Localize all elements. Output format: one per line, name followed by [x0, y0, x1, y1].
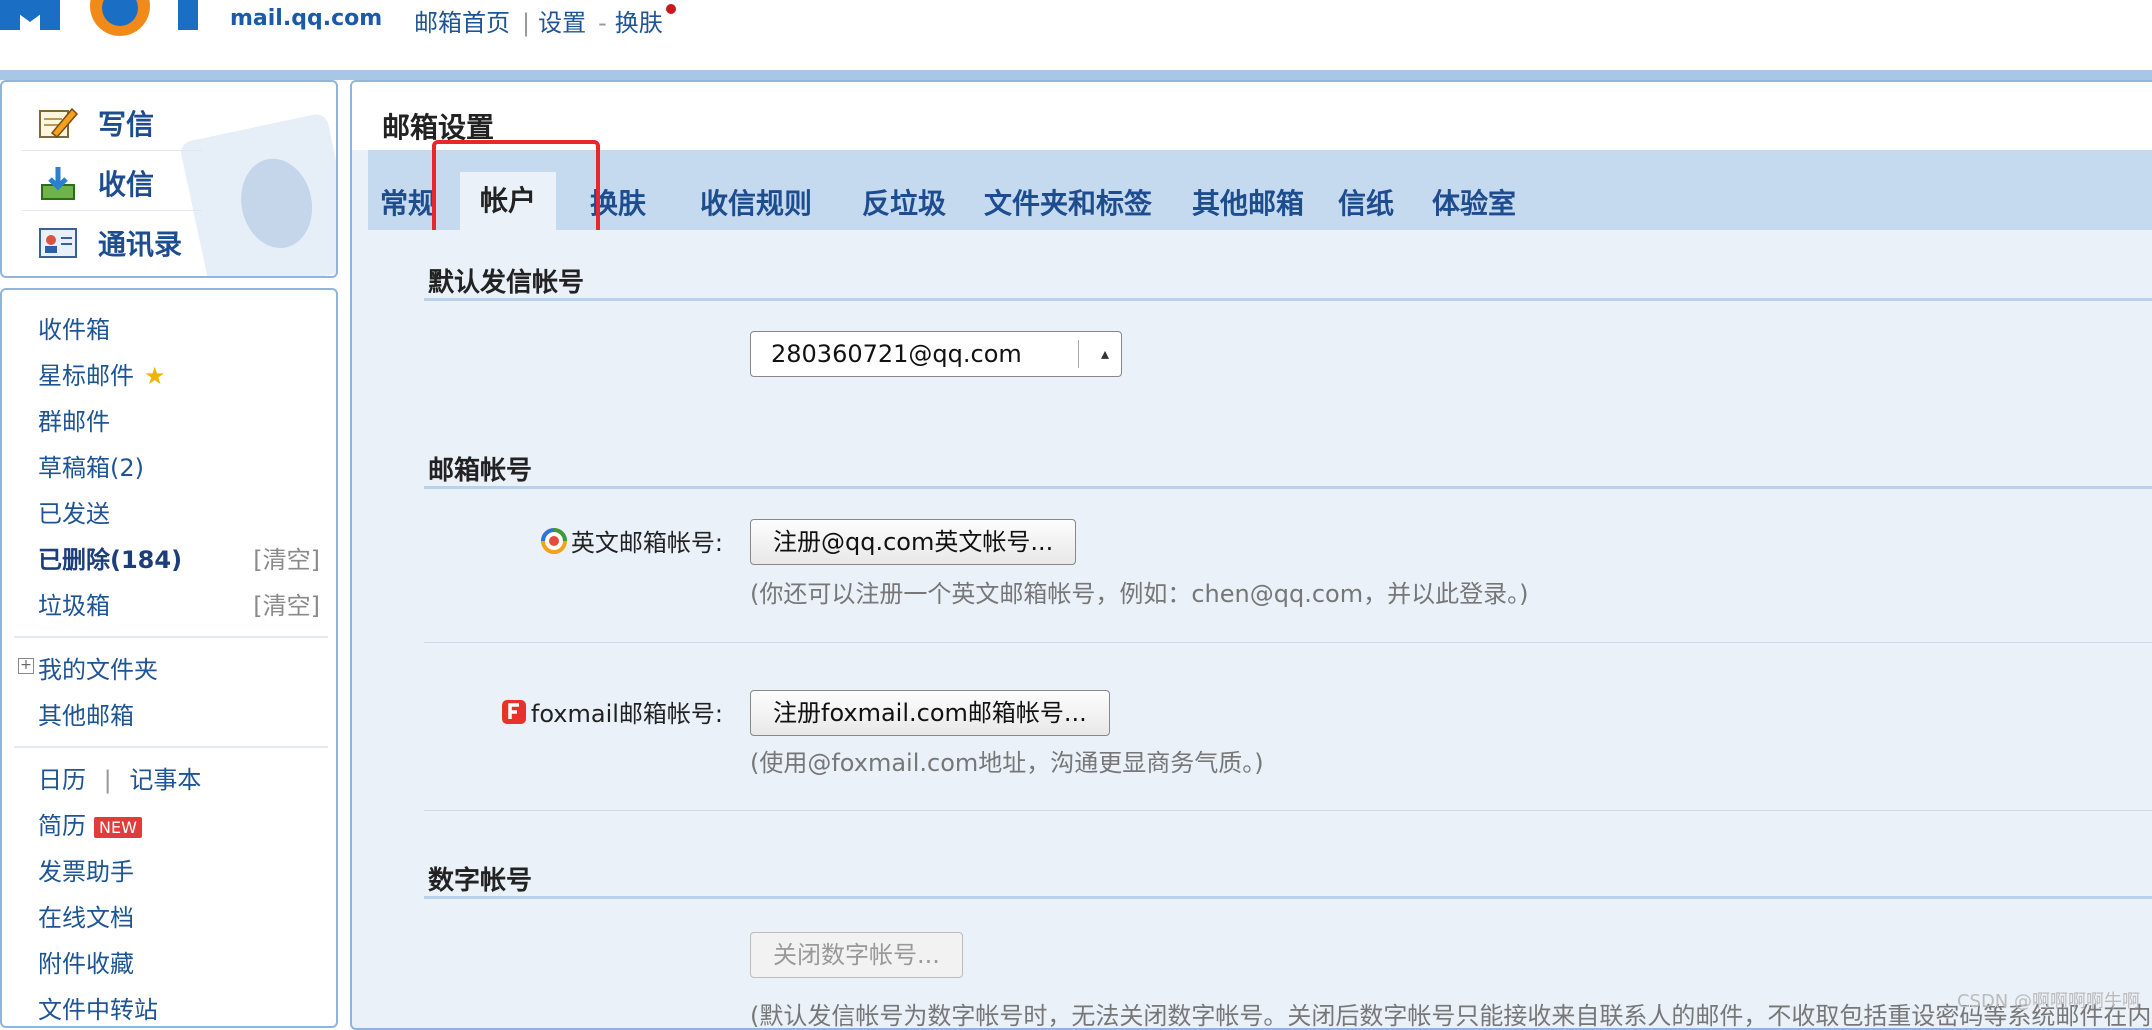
foxmail-account-text: foxmail邮箱帐号: — [530, 700, 723, 728]
star-icon: ★ — [144, 362, 166, 390]
divider — [1078, 340, 1079, 368]
tab-folders-labels[interactable]: 文件夹和标签 — [984, 182, 1152, 222]
receive-label: 收信 — [98, 168, 155, 201]
close-digital-account-button[interactable]: 关闭数字帐号... — [750, 932, 963, 978]
digital-account-hint: (默认发信帐号为数字帐号时，无法关闭数字帐号。关闭后数字帐号只能接收来自联系人的… — [750, 1002, 2152, 1030]
header: mail.qq.com 邮箱首页 | 设置 - 换肤 — [0, 0, 2152, 70]
settings-link[interactable]: 设置 — [538, 9, 586, 37]
contact-card-icon — [38, 225, 78, 261]
divider: | — [103, 766, 112, 794]
sidebar-item-transfer[interactable]: 文件中转站 — [38, 990, 158, 1025]
divider — [14, 636, 328, 638]
tab-general[interactable]: 常规 — [380, 182, 436, 222]
mail-home-link[interactable]: 邮箱首页 — [414, 9, 510, 37]
sidebar-item-inbox[interactable]: 收件箱 — [38, 310, 110, 345]
tab-stationery[interactable]: 信纸 — [1338, 182, 1394, 222]
sidebar-item-sent[interactable]: 已发送 — [38, 494, 110, 529]
sidebar-item-attachments[interactable]: 附件收藏 — [38, 944, 134, 979]
watermark-text: CSDN @啊啊啊啊牛啊 — [1956, 991, 2140, 1012]
english-account-hint: (你还可以注册一个英文邮箱帐号，例如：chen@qq.com，并以此登录。) — [750, 580, 1529, 608]
select-arrows-icon: ▴ — [1100, 344, 1109, 363]
tab-labs[interactable]: 体验室 — [1432, 182, 1516, 222]
qq-penguin-icon — [179, 112, 336, 276]
divider — [424, 642, 2152, 643]
sidebar-item-group[interactable]: 群邮件 — [38, 402, 110, 437]
compose-button[interactable]: 写信 — [38, 94, 154, 152]
default-sender-select[interactable]: 280360721@qq.com ▴ — [750, 331, 1122, 377]
divider — [424, 896, 2152, 899]
section-title-default-sender: 默认发信帐号 — [428, 268, 585, 298]
new-badge: NEW — [94, 816, 142, 838]
header-band — [0, 70, 2152, 80]
english-account-label: 英文邮箱帐号: — [498, 523, 723, 560]
settings-panel: 邮箱设置 常规 帐户 换肤 收信规则 反垃圾 文件夹和标签 其他邮箱 信纸 体验… — [350, 80, 2152, 1030]
sidebar-item-notes[interactable]: 记事本 — [129, 766, 201, 794]
default-sender-value: 280360721@qq.com — [771, 340, 1022, 368]
divider: - — [598, 9, 607, 37]
tab-other-mailbox[interactable]: 其他邮箱 — [1192, 182, 1304, 222]
folder-sidebar: 收件箱 星标邮件 ★ 群邮件 草稿箱(2) 已发送 已删除(184) [清空] 垃… — [0, 288, 338, 1028]
compose-label: 写信 — [98, 108, 155, 141]
sidebar-item-other-mail[interactable]: 其他邮箱 — [38, 696, 134, 731]
quick-actions-panel: 写信 收信 通讯录 — [0, 80, 338, 278]
top-links: 邮箱首页 | 设置 - 换肤 — [414, 3, 667, 38]
english-account-text: 英文邮箱帐号: — [570, 529, 723, 557]
divider — [424, 810, 2152, 811]
divider — [22, 150, 202, 151]
sidebar-item-my-folders[interactable]: 我的文件夹 — [38, 650, 158, 685]
tab-rules[interactable]: 收信规则 — [700, 182, 812, 222]
sidebar-item-label: 简历 — [38, 812, 86, 840]
sidebar-item-calendar[interactable]: 日历 — [38, 766, 86, 794]
register-foxmail-account-button[interactable]: 注册foxmail.com邮箱帐号... — [750, 690, 1110, 736]
divider — [14, 746, 328, 748]
annotation-highlight-box — [432, 140, 600, 240]
title-bar: 邮箱设置 — [352, 82, 2152, 150]
expand-plus-icon[interactable]: + — [18, 658, 34, 674]
foxmail-account-hint: (使用@foxmail.com地址，沟通更显商务气质。) — [750, 749, 1264, 777]
skin-link[interactable]: 换肤 — [615, 9, 663, 37]
qq-mail-circle-icon — [540, 528, 567, 560]
contacts-label: 通讯录 — [98, 228, 183, 261]
foxmail-logo-icon — [501, 699, 527, 731]
calendar-notes-row: 日历 | 记事本 — [38, 760, 201, 795]
sidebar-item-drafts[interactable]: 草稿箱(2) — [38, 448, 144, 483]
section-title-mail-account: 邮箱帐号 — [428, 456, 533, 486]
clear-spam-link[interactable]: [清空] — [253, 586, 320, 621]
receive-button[interactable]: 收信 — [38, 154, 154, 212]
tab-antispam[interactable]: 反垃圾 — [862, 182, 946, 222]
notification-dot-icon — [666, 4, 676, 14]
divider — [22, 210, 202, 211]
pencil-icon — [38, 105, 79, 141]
inbox-download-icon — [38, 165, 78, 201]
register-english-account-button[interactable]: 注册@qq.com英文帐号... — [750, 519, 1077, 565]
sidebar-item-starred[interactable]: 星标邮件 ★ — [38, 356, 166, 391]
settings-tabs: 常规 帐户 换肤 收信规则 反垃圾 文件夹和标签 其他邮箱 信纸 体验室 — [368, 150, 2152, 230]
foxmail-account-label: foxmail邮箱帐号: — [438, 694, 723, 731]
sidebar-item-resume[interactable]: 简历 NEW — [38, 806, 142, 841]
account-settings-content: 默认发信帐号 280360721@qq.com ▴ 邮箱帐号 英文邮箱帐号: 注… — [368, 230, 2152, 1028]
divider: | — [522, 9, 531, 37]
sidebar-item-deleted[interactable]: 已删除(184) — [38, 540, 182, 575]
divider — [424, 298, 2152, 301]
sidebar-item-spam[interactable]: 垃圾箱 — [38, 586, 110, 621]
section-title-digital-account: 数字帐号 — [428, 866, 533, 896]
sidebar-item-invoice[interactable]: 发票助手 — [38, 852, 134, 887]
contacts-button[interactable]: 通讯录 — [38, 214, 182, 272]
logo-domain[interactable]: mail.qq.com — [230, 6, 382, 31]
sidebar-item-label: 星标邮件 — [38, 362, 134, 390]
qq-mail-logo[interactable] — [0, 0, 230, 38]
clear-deleted-link[interactable]: [清空] — [253, 540, 320, 575]
divider — [424, 486, 2152, 489]
sidebar-item-docs[interactable]: 在线文档 — [38, 898, 134, 933]
